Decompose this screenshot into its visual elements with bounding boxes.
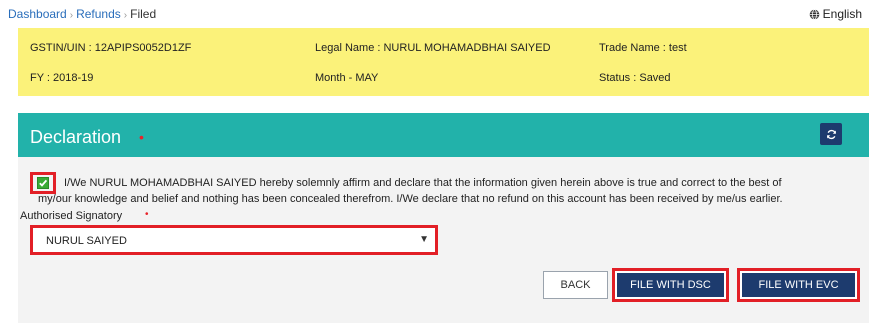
authorised-signatory-label: Authorised Signatory (20, 210, 123, 222)
breadcrumb-separator: › (69, 10, 74, 21)
breadcrumb: Dashboard › Refunds › Filed (8, 7, 156, 21)
back-button[interactable]: BACK (543, 271, 608, 299)
legal-name-text: Legal Name : NURUL MOHAMADBHAI SAIYED (315, 42, 551, 54)
file-with-dsc-highlight: FILE WITH DSC (612, 268, 729, 302)
globe-icon (809, 8, 819, 20)
file-with-evc-highlight: FILE WITH EVC (737, 268, 860, 302)
file-with-evc-button[interactable]: FILE WITH EVC (742, 273, 855, 297)
taxpayer-info-box: GSTIN/UIN : 12APIPS0052D1ZF Legal Name :… (18, 28, 869, 96)
trade-name-text: Trade Name : test (599, 42, 687, 54)
declaration-text-line1: I/We NURUL MOHAMADBHAI SAIYED hereby sol… (64, 177, 782, 189)
declaration-checkbox[interactable] (37, 177, 49, 189)
status-text: Status : Saved (599, 72, 671, 84)
declaration-checkbox-highlight (30, 172, 56, 194)
dropdown-arrow-icon: ▼ (419, 234, 429, 245)
declaration-text-line2: my/our knowledge and belief and nothing … (38, 193, 783, 205)
gstin-text: GSTIN/UIN : 12APIPS0052D1ZF (30, 42, 192, 54)
language-label: English (822, 7, 862, 21)
breadcrumb-current: Filed (130, 7, 157, 21)
selected-signatory: NURUL SAIYED (46, 235, 127, 247)
declaration-title: Declaration (30, 127, 122, 147)
top-bar: Dashboard › Refunds › Filed English (0, 0, 874, 27)
fy-text: FY : 2018-19 (30, 72, 94, 84)
declaration-header: Declaration • (18, 113, 869, 157)
refresh-icon (826, 129, 836, 139)
breadcrumb-refunds[interactable]: Refunds (76, 7, 121, 21)
declaration-panel: Declaration • I/We NURUL MOHAMADBHAI SAI… (18, 113, 869, 323)
refresh-button[interactable] (820, 123, 842, 145)
authorised-signatory-select[interactable]: NURUL SAIYED ▼ (30, 225, 438, 255)
required-mark: • (139, 129, 144, 145)
file-with-dsc-button[interactable]: FILE WITH DSC (617, 273, 724, 297)
checkmark-icon (39, 179, 48, 187)
month-text: Month - MAY (315, 72, 379, 84)
language-selector[interactable]: English (809, 7, 862, 21)
breadcrumb-dashboard[interactable]: Dashboard (8, 7, 67, 21)
breadcrumb-separator: › (123, 10, 128, 21)
required-mark: • (145, 209, 149, 220)
